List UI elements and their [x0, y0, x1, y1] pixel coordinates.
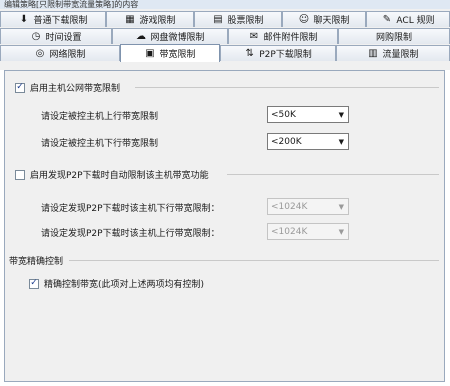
clock-icon: ◷: [31, 31, 41, 42]
tab-label: 带宽限制: [159, 50, 196, 60]
checkbox-label: 启用发现P2P下载时自动限制该主机带宽功能: [30, 171, 209, 181]
tab-label: 聊天限制: [313, 16, 350, 26]
p2p-upload-limit-select[interactable]: <1024K ▼: [267, 223, 349, 240]
p2p-auto-limit-checkbox[interactable]: 启用发现P2P下载时自动限制该主机带宽功能: [15, 168, 209, 181]
chevron-down-icon: ▼: [338, 138, 344, 146]
tab-online-shopping[interactable]: 🛒 网购限制: [338, 28, 450, 44]
group-divider: [69, 260, 439, 261]
checkbox-box[interactable]: ✓: [15, 82, 25, 93]
game-icon: ▦: [125, 14, 135, 25]
p2p-download-limit-label: 请设定发现P2P下载时该主机下行带宽限制：: [41, 204, 220, 214]
chat-icon: ☺: [298, 14, 310, 25]
tab-mail-attachment[interactable]: ✉ 邮件附件限制: [228, 28, 338, 44]
chevron-down-icon: ▼: [338, 111, 344, 119]
tab-label: 网购限制: [375, 33, 412, 43]
select-value: <1024K: [271, 226, 308, 237]
upload-limit-select[interactable]: <50K ▼: [267, 106, 349, 123]
enable-public-bandwidth-checkbox[interactable]: ✓ 启用主机公网带宽限制: [15, 81, 120, 94]
tab-chat-limit[interactable]: ☺ 聊天限制: [282, 11, 366, 27]
tab-stock-limit[interactable]: ▤ 股票限制: [194, 11, 282, 27]
group-divider: [227, 174, 439, 175]
tab-p2p-download[interactable]: ⇅ P2P下载限制: [220, 45, 336, 61]
tab-traffic-limit[interactable]: ▥ 流量限制: [336, 45, 450, 61]
select-value: <50K: [271, 109, 296, 120]
select-value: <200K: [271, 136, 302, 147]
tab-strip: ⬇ 普通下载限制 ▦ 游戏限制 ▤ 股票限制 ☺ 聊天限制 ✎ ACL 规则 ◷…: [0, 9, 450, 70]
traffic-icon: ▥: [368, 48, 378, 59]
tab-bandwidth-limit[interactable]: ▣ 带宽限制: [120, 44, 220, 62]
tab-acl-rules[interactable]: ✎ ACL 规则: [366, 11, 450, 27]
tab-label: 邮件附件限制: [263, 33, 318, 43]
tab-game-limit[interactable]: ▦ 游戏限制: [106, 11, 194, 27]
p2p-upload-limit-label: 请设定发现P2P下载时该主机上行带宽限制：: [41, 229, 220, 239]
p2p-icon: ⇅: [245, 48, 254, 59]
group-divider: [135, 87, 439, 88]
chevron-down-icon: ▼: [338, 228, 344, 236]
tab-row-2: ◷ 时间设置 ☁ 网盘微博限制 ✉ 邮件附件限制 🛒 网购限制: [0, 28, 450, 45]
tab-label: P2P下载限制: [259, 50, 312, 60]
download-limit-select[interactable]: <200K ▼: [267, 133, 349, 150]
bandwidth-settings-panel: ✓ 启用主机公网带宽限制 请设定被控主机上行带宽限制 <50K ▼ 请设定被控主…: [4, 70, 445, 382]
precise-control-title: 带宽精确控制: [9, 257, 64, 267]
download-limit-label: 请设定被控主机下行带宽限制: [41, 139, 159, 149]
checkbox-box[interactable]: ✓: [29, 278, 39, 289]
tab-label: 网络限制: [49, 50, 86, 60]
tab-network-limit[interactable]: ◎ 网络限制: [0, 45, 120, 61]
tab-label: 普通下载限制: [33, 16, 88, 26]
chevron-down-icon: ▼: [338, 203, 344, 211]
tab-label: 流量限制: [382, 50, 419, 60]
p2p-download-limit-select[interactable]: <1024K ▼: [267, 198, 349, 215]
select-value: <1024K: [271, 201, 308, 212]
tab-row-3: ◎ 网络限制 ▣ 带宽限制 ⇅ P2P下载限制 ▥ 流量限制: [0, 44, 450, 62]
tab-label: ACL 规则: [396, 16, 435, 26]
bandwidth-icon: ▣: [145, 48, 155, 59]
checkbox-label: 启用主机公网带宽限制: [30, 84, 121, 94]
precise-control-checkbox[interactable]: ✓ 精确控制带宽(此项对上述两项均有控制): [29, 277, 204, 290]
tab-normal-download[interactable]: ⬇ 普通下载限制: [0, 11, 106, 27]
tab-label: 网盘微博限制: [150, 33, 205, 43]
checkbox-label: 精确控制带宽(此项对上述两项均有控制): [44, 280, 205, 290]
tab-label: 游戏限制: [139, 16, 176, 26]
mail-icon: ✉: [249, 31, 259, 42]
upload-limit-label: 请设定被控主机上行带宽限制: [41, 112, 159, 122]
checkbox-box[interactable]: [15, 169, 25, 180]
download-icon: ⬇: [19, 14, 29, 25]
cloud-icon: ☁: [135, 31, 146, 42]
acl-icon: ✎: [382, 14, 392, 25]
tab-label: 股票限制: [227, 16, 264, 26]
tab-time-settings[interactable]: ◷ 时间设置: [0, 28, 112, 44]
stock-icon: ▤: [213, 14, 223, 25]
network-icon: ◎: [35, 48, 45, 59]
tab-label: 时间设置: [45, 33, 82, 43]
tab-row-1: ⬇ 普通下载限制 ▦ 游戏限制 ▤ 股票限制 ☺ 聊天限制 ✎ ACL 规则: [0, 11, 450, 28]
window-title: 编辑策略[只限制带宽流量策略]的内容: [0, 0, 450, 9]
tab-cloud-weibo[interactable]: ☁ 网盘微博限制: [112, 28, 228, 44]
